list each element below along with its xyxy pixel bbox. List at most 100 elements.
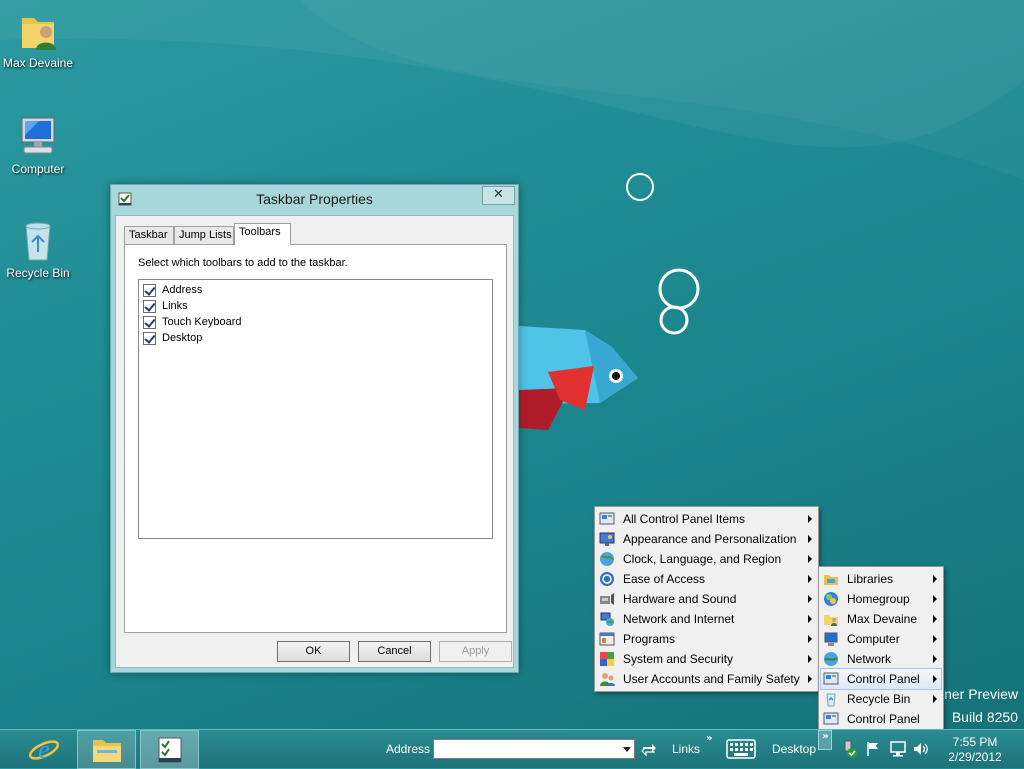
fish-illustration bbox=[519, 326, 638, 430]
control-panel-icon bbox=[823, 712, 839, 725]
menu-item-all-control-panel-items[interactable]: All Control Panel Items bbox=[597, 509, 816, 529]
submenu-arrow-icon bbox=[933, 675, 937, 683]
menu-item-recycle-bin[interactable]: Recycle Bin bbox=[821, 689, 941, 709]
menu-item-control-panel[interactable]: Control Panel bbox=[820, 668, 942, 690]
toolbar-item-label: Desktop bbox=[162, 332, 203, 344]
desktop-icon-computer[interactable]: Computer bbox=[0, 112, 76, 176]
action-center-shield-icon[interactable] bbox=[842, 740, 858, 758]
submenu-arrow-icon bbox=[808, 515, 812, 523]
go-arrow-icon[interactable] bbox=[640, 740, 658, 758]
dialog-title: Taskbar Properties bbox=[256, 191, 373, 207]
menu-item-control-panel-shortcut[interactable]: Control Panel bbox=[821, 709, 941, 729]
menu-item-label: User Accounts and Family Safety bbox=[623, 672, 800, 686]
clock-time[interactable]: 7:55 PM bbox=[936, 735, 1014, 749]
toolbars-panel: Select which toolbars to add to the task… bbox=[124, 244, 507, 633]
apply-button[interactable]: Apply bbox=[439, 641, 512, 662]
flag-icon[interactable] bbox=[866, 741, 880, 757]
network-tray-icon[interactable] bbox=[890, 740, 906, 758]
hardware-sound-icon bbox=[600, 593, 614, 605]
build-watermark: Build 8250 bbox=[951, 709, 1018, 725]
taskbar-properties-button[interactable] bbox=[140, 730, 199, 769]
toolbar-list: Address Links Touch Keyboard Desktop bbox=[138, 279, 493, 539]
menu-item-libraries[interactable]: Libraries bbox=[821, 569, 941, 589]
internet-explorer-icon: e bbox=[28, 735, 60, 764]
tab-jump-lists[interactable]: Jump Lists bbox=[174, 226, 234, 245]
network-internet-icon bbox=[600, 612, 614, 626]
menu-item-network-and-internet[interactable]: Network and Internet bbox=[597, 609, 816, 629]
desktop-icon-user[interactable]: Max Devaine bbox=[0, 6, 76, 70]
menu-item-label: Ease of Access bbox=[623, 572, 706, 586]
menu-item-label: Max Devaine bbox=[847, 612, 918, 626]
menu-item-user-accounts-family-safety[interactable]: User Accounts and Family Safety bbox=[597, 669, 816, 689]
menu-item-label: Recycle Bin bbox=[847, 692, 911, 706]
menu-item-clock-language-region[interactable]: Clock, Language, and Region bbox=[597, 549, 816, 569]
dialog-titlebar[interactable]: Taskbar Properties ✕ bbox=[111, 185, 518, 213]
programs-icon bbox=[599, 632, 615, 646]
menu-item-label: Network bbox=[847, 652, 892, 666]
menu-item-homegroup[interactable]: Homegroup bbox=[821, 589, 941, 609]
user-accounts-icon bbox=[600, 673, 615, 686]
toolbar-item-touch-keyboard[interactable]: Touch Keyboard bbox=[139, 314, 492, 330]
bubble bbox=[658, 268, 700, 310]
menu-item-computer[interactable]: Computer bbox=[821, 629, 941, 649]
menu-item-network[interactable]: Network bbox=[821, 649, 941, 669]
taskbar-explorer-button[interactable] bbox=[77, 730, 136, 769]
desktop-icon-recycle-bin[interactable]: Recycle Bin bbox=[0, 216, 76, 280]
toolbar-item-address[interactable]: Address bbox=[139, 282, 492, 298]
recycle-bin-icon bbox=[25, 222, 51, 261]
close-button[interactable]: ✕ bbox=[482, 186, 515, 205]
menu-item-label: Homegroup bbox=[847, 592, 910, 606]
menu-item-system-and-security[interactable]: System and Security bbox=[597, 649, 816, 669]
tab-toolbars[interactable]: Toolbars bbox=[234, 223, 291, 245]
ok-button[interactable]: OK bbox=[277, 641, 350, 662]
checkbox-checked[interactable] bbox=[143, 283, 156, 297]
network-icon bbox=[824, 652, 838, 666]
tab-taskbar[interactable]: Taskbar bbox=[124, 226, 174, 245]
desktop-icon-label: Recycle Bin bbox=[6, 266, 70, 280]
submenu-arrow-icon bbox=[808, 595, 812, 603]
touch-keyboard-icon[interactable] bbox=[726, 739, 756, 759]
taskbar-ie-button[interactable]: e bbox=[14, 730, 72, 769]
menu-item-max-devaine[interactable]: Max Devaine bbox=[821, 609, 941, 629]
toolbar-item-label: Links bbox=[162, 300, 188, 312]
submenu-arrow-icon bbox=[808, 615, 812, 623]
menu-item-appearance-and-personalization[interactable]: Appearance and Personalization bbox=[597, 529, 816, 549]
submenu-arrow-icon bbox=[933, 695, 937, 703]
toolbar-item-links[interactable]: Links bbox=[139, 298, 492, 314]
links-chevron-icon[interactable]: » bbox=[706, 733, 713, 744]
computer-icon bbox=[824, 632, 838, 646]
desktop-icon-label: Computer bbox=[11, 162, 65, 176]
taskbar-properties-dialog: Taskbar Properties ✕ Taskbar Jump Lists … bbox=[110, 184, 519, 673]
checkbox-checked[interactable] bbox=[143, 299, 156, 313]
toolbar-item-label: Address bbox=[162, 284, 203, 296]
desktop-chevron-icon[interactable]: » bbox=[818, 730, 832, 750]
menu-item-label: Network and Internet bbox=[623, 612, 735, 626]
menu-item-label: Computer bbox=[847, 632, 900, 646]
recycle-bin-icon bbox=[826, 693, 836, 707]
submenu-arrow-icon bbox=[808, 675, 812, 683]
menu-item-label: Control Panel bbox=[847, 712, 920, 726]
toolbar-item-label: Touch Keyboard bbox=[162, 316, 242, 328]
address-input[interactable] bbox=[433, 739, 635, 759]
menu-item-ease-of-access[interactable]: Ease of Access bbox=[597, 569, 816, 589]
volume-icon[interactable] bbox=[912, 741, 930, 757]
menu-item-label: All Control Panel Items bbox=[623, 512, 746, 526]
links-toolbar-label[interactable]: Links bbox=[672, 742, 700, 756]
submenu-arrow-icon bbox=[933, 575, 937, 583]
menu-item-programs[interactable]: Programs bbox=[597, 629, 816, 649]
homegroup-icon bbox=[824, 592, 838, 606]
checkbox-checked[interactable] bbox=[143, 315, 156, 329]
menu-item-label: Hardware and Sound bbox=[623, 592, 737, 606]
cancel-button[interactable]: Cancel bbox=[358, 641, 431, 662]
clock-date[interactable]: 2/29/2012 bbox=[936, 750, 1014, 764]
submenu-arrow-icon bbox=[808, 635, 812, 643]
chevron-down-icon[interactable] bbox=[620, 740, 634, 758]
menu-item-label: Clock, Language, and Region bbox=[623, 552, 782, 566]
desktop-toolbar-label[interactable]: Desktop bbox=[772, 742, 816, 756]
menu-item-label: Programs bbox=[623, 632, 676, 646]
toolbar-item-desktop[interactable]: Desktop bbox=[139, 330, 492, 346]
menu-item-hardware-and-sound[interactable]: Hardware and Sound bbox=[597, 589, 816, 609]
menu-item-label: Appearance and Personalization bbox=[623, 532, 797, 546]
checkbox-checked[interactable] bbox=[143, 331, 156, 345]
submenu-arrow-icon bbox=[933, 635, 937, 643]
